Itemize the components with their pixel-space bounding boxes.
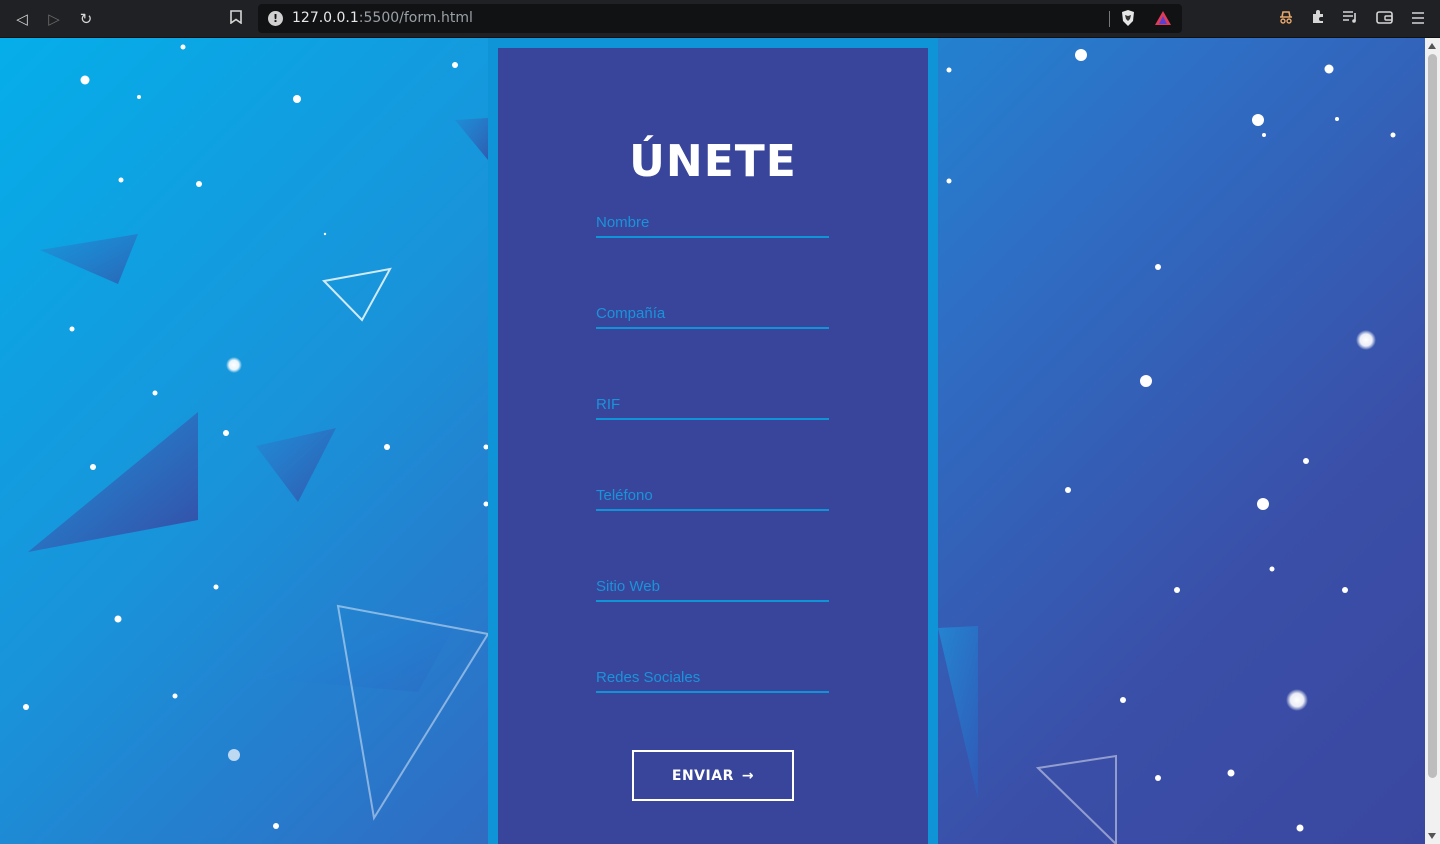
url-host: 127.0.0.1	[292, 10, 359, 26]
scroll-down-icon[interactable]	[1428, 833, 1436, 839]
reload-icon[interactable]: ↻	[76, 9, 96, 29]
url-path: :5500/form.html	[358, 10, 473, 26]
arrow-right-icon: →	[741, 767, 755, 784]
decor-outline-triangle	[1035, 754, 1117, 844]
enviar-button[interactable]: ENVIAR →	[632, 750, 794, 801]
redes-sociales-input[interactable]	[596, 663, 829, 691]
decor-shard	[40, 234, 138, 284]
sitio-web-field	[596, 572, 829, 602]
forward-icon[interactable]: ▷	[44, 9, 64, 29]
redes-sociales-field	[596, 663, 829, 693]
address-bar[interactable]: ! 127.0.0.1:5500/form.html	[258, 4, 1182, 33]
decor-shard	[28, 412, 198, 552]
scroll-up-icon[interactable]	[1428, 43, 1436, 49]
compania-field	[596, 299, 829, 329]
info-icon[interactable]: !	[268, 11, 283, 26]
wallet-icon[interactable]	[1374, 9, 1394, 29]
sitio-web-input[interactable]	[596, 572, 829, 600]
brave-rewards-icon[interactable]	[1154, 10, 1172, 26]
decor-shard	[938, 626, 978, 800]
rif-input[interactable]	[596, 390, 829, 418]
menu-icon[interactable]	[1408, 9, 1428, 29]
page-background: ÚNETE ENVIAR →	[0, 38, 1425, 844]
back-icon[interactable]: ◁	[12, 9, 32, 29]
decor-shard	[455, 118, 488, 160]
incognito-icon[interactable]	[1276, 9, 1296, 29]
playlist-icon[interactable]	[1340, 9, 1360, 29]
decor-shard	[256, 428, 336, 502]
url-divider	[1109, 11, 1110, 27]
page-scrollbar[interactable]	[1425, 38, 1440, 844]
nombre-field	[596, 208, 829, 238]
extensions-icon[interactable]	[1308, 9, 1328, 29]
form-frame: ÚNETE ENVIAR →	[488, 38, 938, 844]
decor-shard	[258, 598, 470, 692]
enviar-label: ENVIAR	[671, 767, 734, 784]
rif-field	[596, 390, 829, 420]
scroll-thumb[interactable]	[1428, 54, 1437, 778]
form-title: ÚNETE	[629, 136, 797, 187]
decor-outline-triangle	[321, 267, 392, 322]
nombre-input[interactable]	[596, 208, 829, 236]
url-text[interactable]: 127.0.0.1:5500/form.html	[292, 10, 473, 26]
compania-input[interactable]	[596, 299, 829, 327]
bookmark-icon[interactable]	[226, 9, 246, 29]
brave-shield-icon[interactable]	[1120, 9, 1136, 27]
telefono-field	[596, 481, 829, 511]
telefono-input[interactable]	[596, 481, 829, 509]
browser-toolbar: ◁ ▷ ↻ ! 127.0.0.1:5500/form.html	[0, 0, 1440, 38]
signup-form: ÚNETE ENVIAR →	[498, 48, 928, 844]
